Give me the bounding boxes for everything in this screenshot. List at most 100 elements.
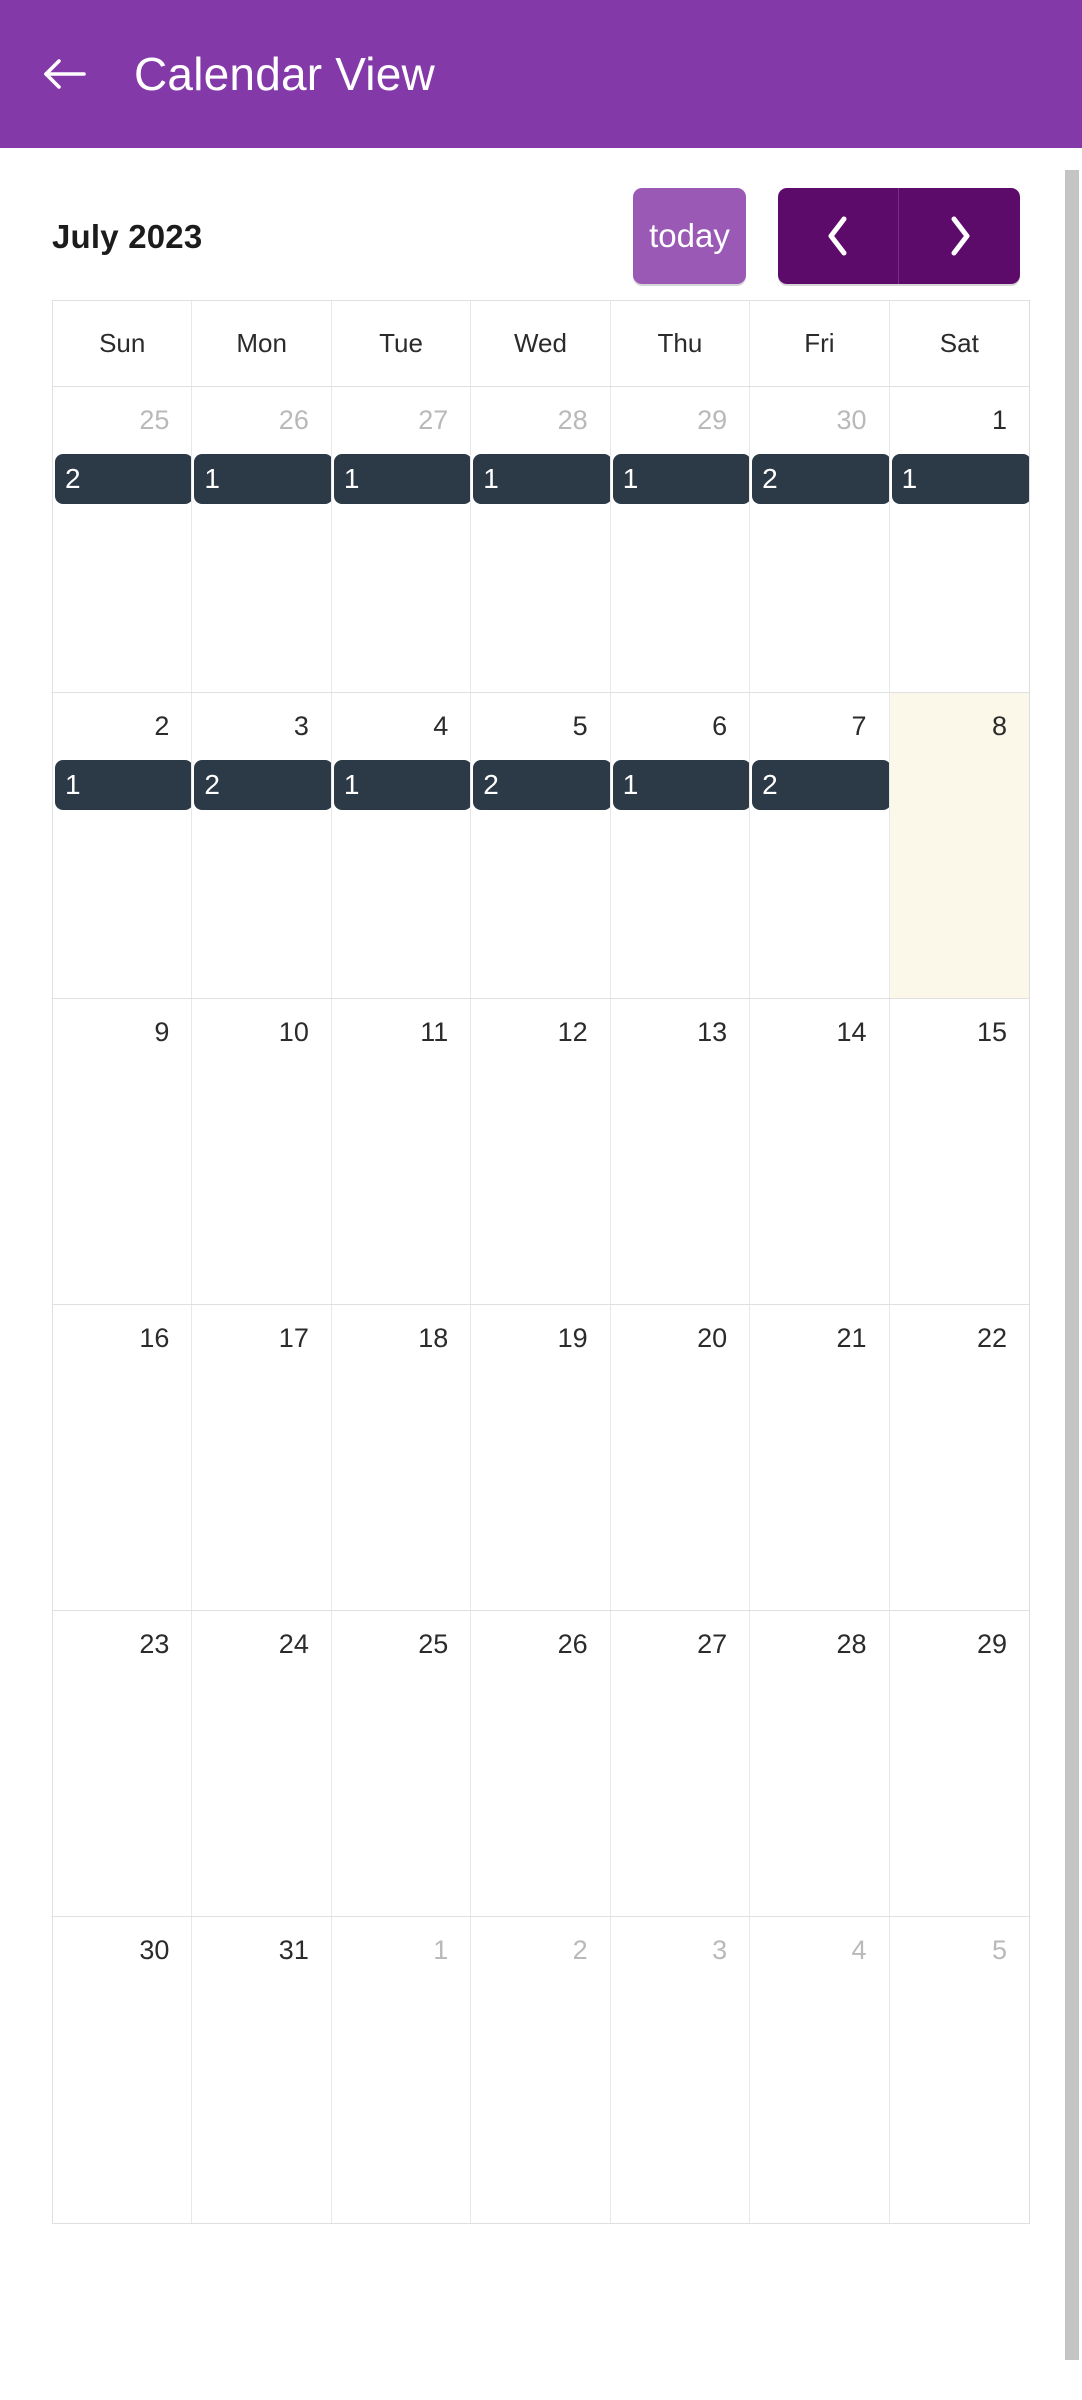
calendar-day-cell[interactable]: 18 (332, 1305, 472, 1610)
weekday-header-tue: Tue (332, 301, 472, 386)
calendar-day-cell[interactable]: 11 (332, 999, 472, 1304)
calendar-day-cell[interactable]: 31 (192, 1917, 332, 2223)
calendar-event[interactable]: 2 (55, 454, 192, 504)
calendar-day-cell[interactable]: 11 (890, 387, 1029, 692)
calendar-event[interactable]: 2 (752, 760, 889, 810)
content-scroll-area: July 2023 today Sun Mon Tue Wed Thu Fri … (0, 148, 1082, 2400)
day-events: 1 (612, 454, 750, 504)
calendar-toolbar: July 2023 today (52, 148, 1030, 284)
calendar-day-cell[interactable]: 23 (53, 1611, 193, 1916)
day-number: 21 (836, 1323, 867, 1353)
calendar-day-cell[interactable]: 27 1 (332, 387, 472, 692)
back-button[interactable] (36, 45, 94, 103)
calendar-day-cell[interactable]: 30 2 (750, 387, 890, 692)
calendar-event[interactable]: 1 (473, 454, 610, 504)
calendar-day-cell[interactable]: 72 (750, 693, 890, 998)
calendar-day-cell[interactable]: 10 (192, 999, 332, 1304)
calendar-day-cell[interactable]: 28 1 (471, 387, 611, 692)
calendar-week-row: 2132415261728 (53, 693, 1029, 999)
calendar-day-cell[interactable]: 16 (53, 1305, 193, 1610)
calendar-day-cell[interactable]: 41 (332, 693, 472, 998)
calendar-event[interactable]: 1 (55, 760, 192, 810)
next-month-button[interactable] (899, 188, 1020, 284)
calendar-week-row: 23 24 25 26 27 28 29 (53, 1611, 1029, 1917)
day-number: 5 (991, 1935, 1007, 1965)
day-events: 1 (55, 760, 192, 810)
weekday-header-mon: Mon (192, 301, 332, 386)
calendar-event[interactable]: 1 (194, 454, 331, 504)
calendar-day-cell[interactable]: 25 2 (53, 387, 193, 692)
day-number: 3 (712, 1935, 728, 1965)
weekday-header-sun: Sun (53, 301, 193, 386)
calendar-day-cell[interactable]: 2 (471, 1917, 611, 2223)
arrow-left-icon (42, 55, 88, 93)
calendar-day-cell[interactable]: 15 (890, 999, 1029, 1304)
calendar-day-cell[interactable]: 27 (611, 1611, 751, 1916)
calendar-day-cell[interactable]: 32 (192, 693, 332, 998)
day-number: 26 (557, 1629, 588, 1659)
calendar-event[interactable]: 2 (194, 760, 331, 810)
calendar-day-cell[interactable]: 22 (890, 1305, 1029, 1610)
calendar-day-cell[interactable]: 12 (471, 999, 611, 1304)
day-number: 2 (572, 1935, 588, 1965)
calendar-day-cell[interactable]: 1 (332, 1917, 472, 2223)
day-number: 7 (851, 711, 867, 741)
calendar-day-cell[interactable]: 3 (611, 1917, 751, 2223)
calendar-day-cell[interactable]: 30 (53, 1917, 193, 2223)
calendar-day-cell[interactable]: 52 (471, 693, 611, 998)
vertical-scrollbar[interactable] (1062, 148, 1082, 2400)
day-number: 29 (697, 405, 728, 435)
calendar-event[interactable]: 1 (333, 454, 471, 504)
calendar-day-cell[interactable]: 19 (471, 1305, 611, 1610)
calendar-day-cell[interactable]: 26 (471, 1611, 611, 1916)
calendar-day-cell-today[interactable]: 8 (889, 693, 1029, 998)
day-number: 9 (154, 1017, 170, 1047)
calendar-day-cell[interactable]: 21 (53, 693, 193, 998)
calendar-day-cell[interactable]: 26 1 (192, 387, 332, 692)
calendar-event[interactable]: 1 (612, 454, 750, 504)
calendar-event[interactable]: 1 (612, 760, 750, 810)
day-number: 10 (278, 1017, 309, 1047)
day-number: 20 (697, 1323, 728, 1353)
day-number: 11 (420, 1017, 449, 1047)
calendar-week-row: 16 17 18 19 20 21 22 (53, 1305, 1029, 1611)
calendar-day-cell[interactable]: 29 (890, 1611, 1029, 1916)
prev-month-button[interactable] (778, 188, 899, 284)
calendar-day-cell[interactable]: 20 (611, 1305, 751, 1610)
day-number: 19 (557, 1323, 588, 1353)
calendar-day-cell[interactable]: 13 (611, 999, 751, 1304)
day-events: 1 (333, 454, 471, 504)
today-button[interactable]: today (633, 188, 746, 284)
day-events: 1 (612, 760, 750, 810)
calendar-event[interactable]: 1 (891, 454, 1029, 504)
calendar-nav-group (778, 188, 1020, 284)
day-number: 3 (293, 711, 309, 741)
day-events: 1 (473, 454, 610, 504)
calendar-day-cell[interactable]: 21 (750, 1305, 890, 1610)
calendar-day-cell[interactable]: 9 (53, 999, 193, 1304)
calendar-day-cell[interactable]: 61 (611, 693, 751, 998)
day-number: 27 (697, 1629, 728, 1659)
calendar-day-cell[interactable]: 24 (192, 1611, 332, 1916)
calendar-day-cell[interactable]: 14 (750, 999, 890, 1304)
day-events: 2 (473, 760, 610, 810)
calendar-day-cell[interactable]: 29 1 (611, 387, 751, 692)
calendar-event[interactable]: 2 (752, 454, 889, 504)
day-number: 24 (278, 1629, 309, 1659)
day-number: 31 (278, 1935, 309, 1965)
calendar-event[interactable]: 2 (473, 760, 610, 810)
scrollbar-thumb[interactable] (1065, 170, 1079, 2360)
calendar-day-cell[interactable]: 17 (192, 1305, 332, 1610)
calendar-day-cell[interactable]: 5 (890, 1917, 1029, 2223)
day-number: 30 (836, 405, 867, 435)
calendar-month-title: July 2023 (52, 217, 203, 255)
day-events: 2 (752, 454, 889, 504)
calendar-day-cell[interactable]: 4 (750, 1917, 890, 2223)
weekday-header-sat: Sat (939, 328, 979, 358)
day-number: 2 (154, 711, 170, 741)
day-number: 8 (991, 711, 1007, 741)
calendar-day-cell[interactable]: 25 (332, 1611, 472, 1916)
calendar-day-cell[interactable]: 28 (750, 1611, 890, 1916)
calendar-event[interactable]: 1 (333, 760, 471, 810)
day-number: 13 (697, 1017, 728, 1047)
